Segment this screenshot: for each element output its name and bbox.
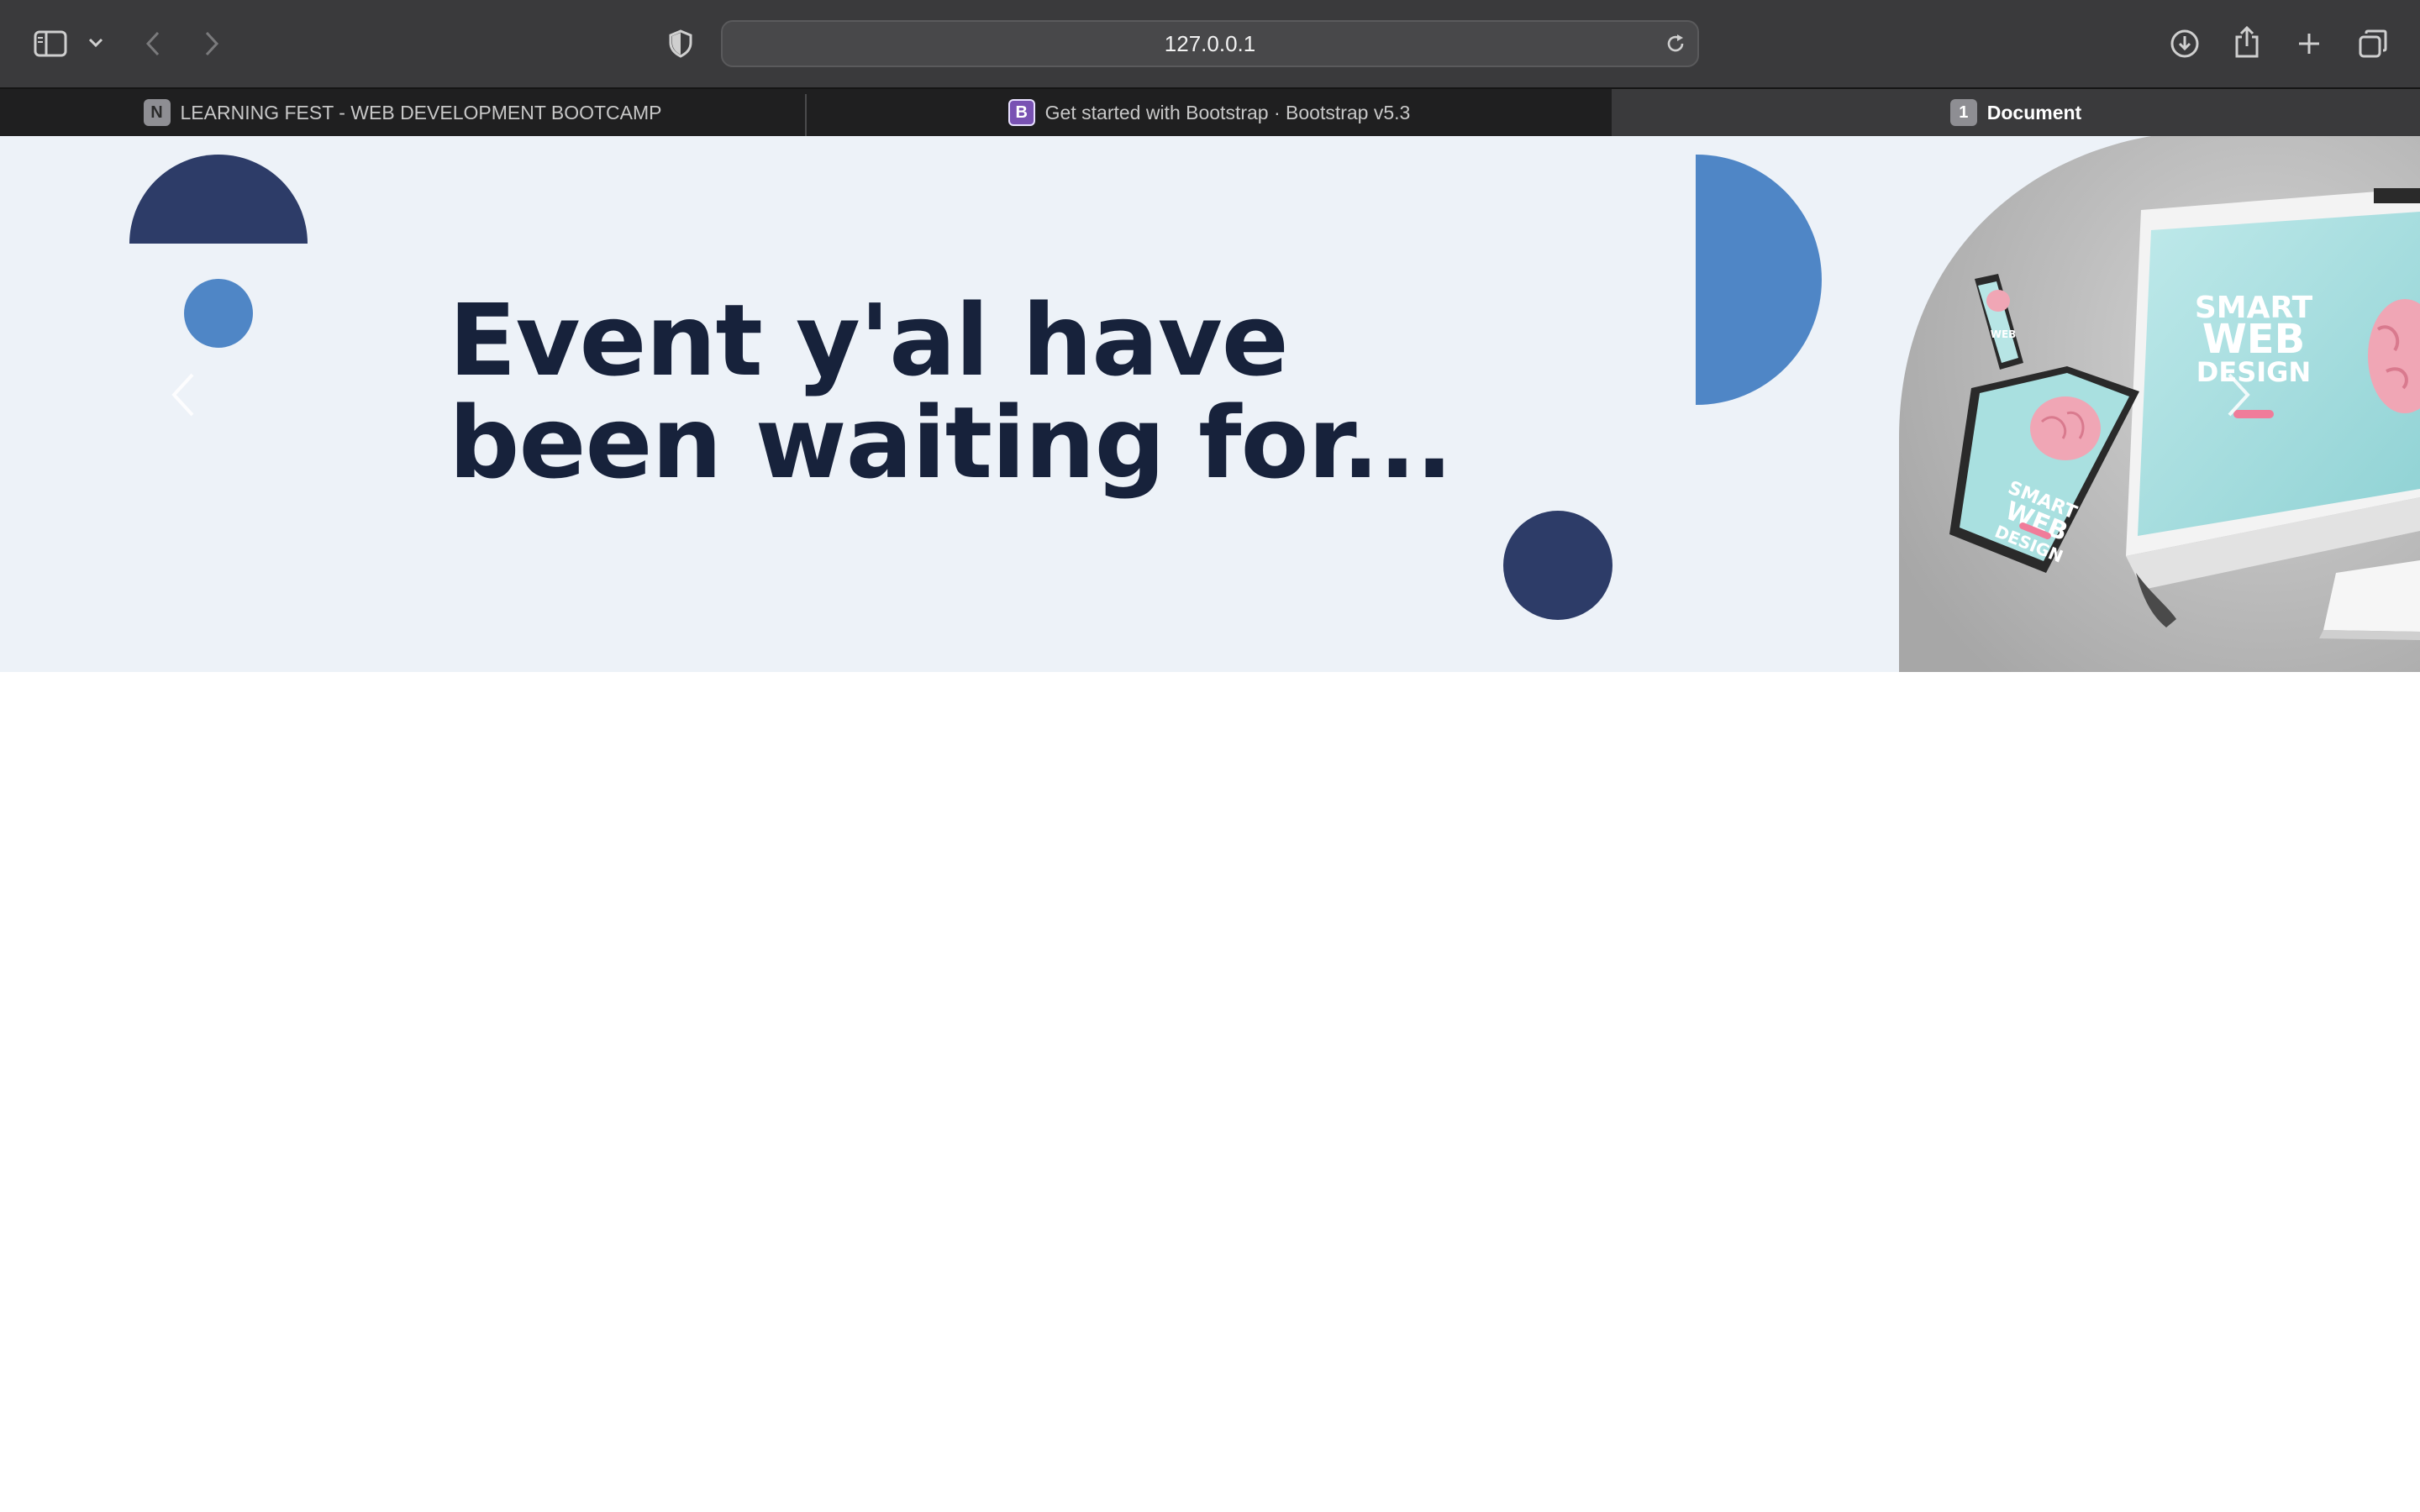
tab-bootstrap[interactable]: B Get started with Bootstrap · Bootstrap… xyxy=(807,89,1612,136)
decorative-dot-dark xyxy=(1503,511,1612,620)
chevron-left-icon xyxy=(171,373,194,417)
headline-line-1: Event y'al have xyxy=(449,282,1289,398)
reload-icon[interactable] xyxy=(1662,30,1689,57)
page-body xyxy=(0,672,2420,1512)
carousel-prev-button[interactable] xyxy=(160,361,207,428)
chevron-left-icon xyxy=(145,31,160,56)
chevron-right-icon xyxy=(205,31,219,56)
hero-headline: Event y'al have been waiting for... xyxy=(449,289,1541,494)
tab-label: Get started with Bootstrap · Bootstrap v… xyxy=(1044,101,1411,123)
shield-icon[interactable] xyxy=(664,27,697,60)
decorative-half-circle xyxy=(129,155,308,244)
url-text: 127.0.0.1 xyxy=(1164,30,1256,56)
forward-button[interactable] xyxy=(197,25,227,62)
back-button[interactable] xyxy=(138,25,168,62)
browser-toolbar: 127.0.0.1 xyxy=(0,0,2420,87)
tab-label: Document xyxy=(1986,101,2082,123)
download-icon[interactable] xyxy=(2166,25,2203,62)
carousel-next-button[interactable] xyxy=(2215,361,2262,428)
decorative-dot xyxy=(184,279,253,348)
tab-bar: N LEARNING FEST - WEB DEVELOPMENT BOOTCA… xyxy=(0,87,2420,138)
address-bar[interactable]: 127.0.0.1 xyxy=(721,20,1699,67)
decorative-half-circle-right xyxy=(1696,155,1822,405)
tabs-overview-icon[interactable] xyxy=(2354,25,2391,62)
tab-favicon: N xyxy=(143,99,171,126)
tab-label: LEARNING FEST - WEB DEVELOPMENT BOOTCAMP xyxy=(180,101,662,123)
phone-text-web: WEB xyxy=(1991,328,2017,340)
hero-banner: Event y'al have been waiting for... SMAR… xyxy=(0,136,2420,672)
tab-favicon: B xyxy=(1007,99,1035,126)
plus-icon[interactable] xyxy=(2292,25,2326,62)
sidebar-icon[interactable] xyxy=(32,25,69,62)
tab-learning-fest[interactable]: N LEARNING FEST - WEB DEVELOPMENT BOOTCA… xyxy=(0,89,805,136)
tab-document[interactable]: 1 Document xyxy=(1612,89,2420,136)
chevron-right-icon xyxy=(2228,373,2250,417)
tab-favicon: 1 xyxy=(1949,99,1977,126)
chevron-down-icon[interactable] xyxy=(84,30,108,55)
headline-line-2: been waiting for... xyxy=(449,385,1453,501)
hero-device-image: SMART WEB DESIGN SMART WEB DESIGN WEB xyxy=(1899,136,2420,672)
share-icon[interactable] xyxy=(2230,22,2264,62)
